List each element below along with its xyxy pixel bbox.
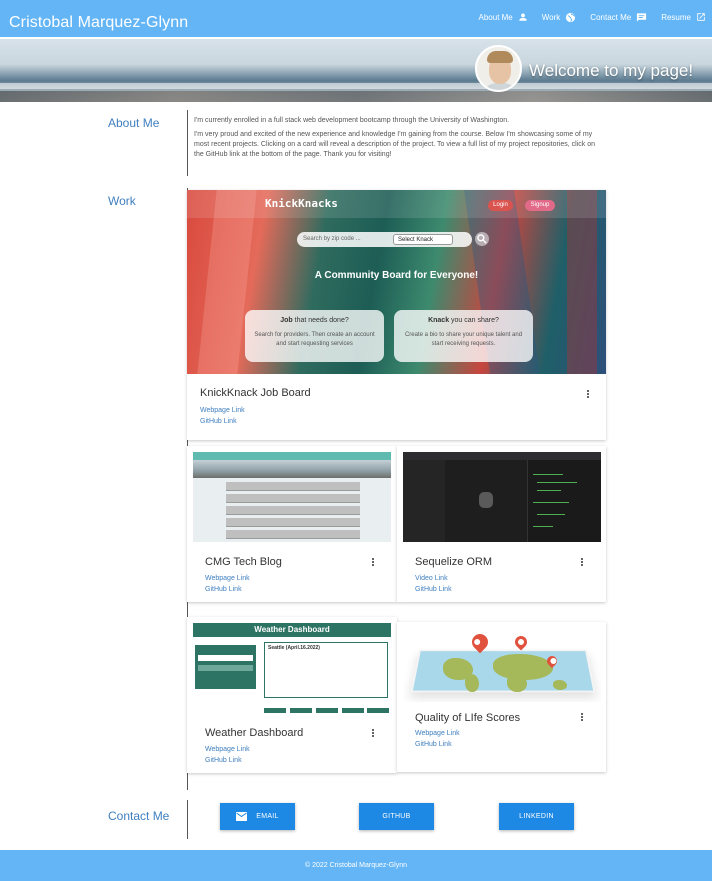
knickknack-job-box: Job that needs done? Search for provider… [245, 310, 384, 362]
nav-contact-me[interactable]: Contact Me [590, 8, 647, 26]
more-vert-icon[interactable] [369, 557, 377, 567]
email-button[interactable]: EMAIL [220, 803, 295, 830]
video-link[interactable]: Video Link [415, 575, 448, 582]
sequelize-screenshot [403, 452, 601, 542]
globe-icon [566, 12, 576, 22]
weather-shot-city: Seattle (April.16.2022) [268, 645, 320, 651]
person-icon [519, 13, 527, 21]
nav-about-me-label: About Me [478, 12, 513, 22]
hero-banner: Welcome to my page! [0, 39, 712, 102]
nav-resume-label: Resume [661, 12, 691, 22]
more-vert-icon[interactable] [369, 728, 377, 738]
about-section-title: About Me [108, 116, 160, 130]
github-link[interactable]: GitHub Link [200, 418, 237, 425]
footer-copyright: © 2022 Cristobal Marquez-Glynn [304, 862, 408, 869]
github-button[interactable]: GITHUB [359, 803, 434, 830]
knickknack-tagline: A Community Board for Everyone! [314, 270, 479, 281]
knickknack-search-bar: Search by zip code ... Select Knack [297, 232, 472, 247]
banner-surf [0, 83, 712, 89]
linkedin-button[interactable]: LINKEDIN [499, 803, 574, 830]
banner-rocks [0, 91, 712, 102]
card-title: Sequelize ORM [415, 556, 493, 568]
webpage-link[interactable]: Webpage Link [205, 575, 250, 582]
mail-icon [236, 812, 248, 821]
nav-resume[interactable]: Resume [661, 8, 706, 26]
webpage-link[interactable]: Webpage Link [205, 746, 250, 753]
more-vert-icon[interactable] [584, 389, 592, 399]
github-link[interactable]: GitHub Link [415, 586, 452, 593]
chat-icon [637, 12, 647, 22]
nav-work[interactable]: Work [542, 8, 577, 26]
contact-divider [187, 800, 188, 839]
nav-work-label: Work [541, 12, 561, 22]
linkedin-button-label: LINKEDIN [519, 813, 554, 820]
footer: © 2022 Cristobal Marquez-Glynn [0, 850, 712, 881]
email-button-label: EMAIL [256, 813, 279, 820]
knickknack-logo: KnickKnacks [265, 197, 338, 210]
project-card-sequelize[interactable]: Sequelize ORM Video Link GitHub Link [397, 446, 606, 602]
tech-blog-screenshot [193, 452, 391, 542]
open-in-new-icon [697, 13, 705, 21]
weather-screenshot: Weather Dashboard Seattle (April.16.2022… [193, 623, 391, 713]
project-card-weather[interactable]: Weather Dashboard Seattle (April.16.2022… [187, 617, 397, 773]
weather-shot-title: Weather Dashboard [254, 625, 330, 634]
project-card-knickknack[interactable]: KnickKnacks Login Signup Search by zip c… [187, 190, 606, 440]
webpage-link[interactable]: Webpage Link [415, 730, 460, 737]
top-app-bar: Cristobal Marquez-Glynn About Me Work Co… [0, 0, 712, 37]
about-text: I'm currently enrolled in a full stack w… [194, 116, 606, 164]
knickknack-select: Select Knack [393, 234, 453, 245]
map-pin-icon [512, 633, 530, 651]
card-title: Quality of LIfe Scores [415, 712, 521, 724]
card-title: CMG Tech Blog [205, 556, 282, 568]
contact-section-title: Contact Me [108, 809, 170, 823]
card-title: KnickKnack Job Board [200, 387, 311, 399]
more-vert-icon[interactable] [578, 712, 586, 722]
card-title: Weather Dashboard [205, 727, 304, 739]
github-link[interactable]: GitHub Link [205, 757, 242, 764]
webpage-link[interactable]: Webpage Link [200, 407, 245, 414]
project-card-quality-of-life[interactable]: Quality of LIfe Scores Webpage Link GitH… [397, 622, 606, 772]
github-link[interactable]: GitHub Link [205, 586, 242, 593]
avatar [475, 45, 522, 92]
about-divider [187, 110, 188, 176]
github-button-label: GITHUB [382, 813, 411, 820]
project-card-tech-blog[interactable]: CMG Tech Blog Webpage Link GitHub Link [187, 446, 397, 602]
knickknack-share-box: Knack you can share? Create a bio to sha… [394, 310, 533, 362]
site-brand[interactable]: Cristobal Marquez-Glynn [9, 14, 188, 32]
nav-about-me[interactable]: About Me [479, 8, 528, 26]
knickknack-screenshot: KnickKnacks Login Signup Search by zip c… [187, 190, 606, 374]
nav-contact-me-label: Contact Me [590, 12, 632, 22]
knickknack-signup-button: Signup [525, 200, 555, 211]
work-section-title: Work [108, 194, 136, 208]
about-paragraph-2: I'm very proud and excited of the new ex… [194, 131, 595, 158]
map-screenshot [403, 626, 601, 702]
search-icon [475, 232, 489, 246]
main-nav: About Me Work Contact Me Resume [465, 8, 706, 26]
about-paragraph-1: I'm currently enrolled in a full stack w… [194, 117, 510, 124]
github-link[interactable]: GitHub Link [415, 741, 452, 748]
more-vert-icon[interactable] [578, 557, 586, 567]
knickknack-login-button: Login [488, 200, 513, 211]
welcome-heading: Welcome to my page! [529, 61, 694, 80]
